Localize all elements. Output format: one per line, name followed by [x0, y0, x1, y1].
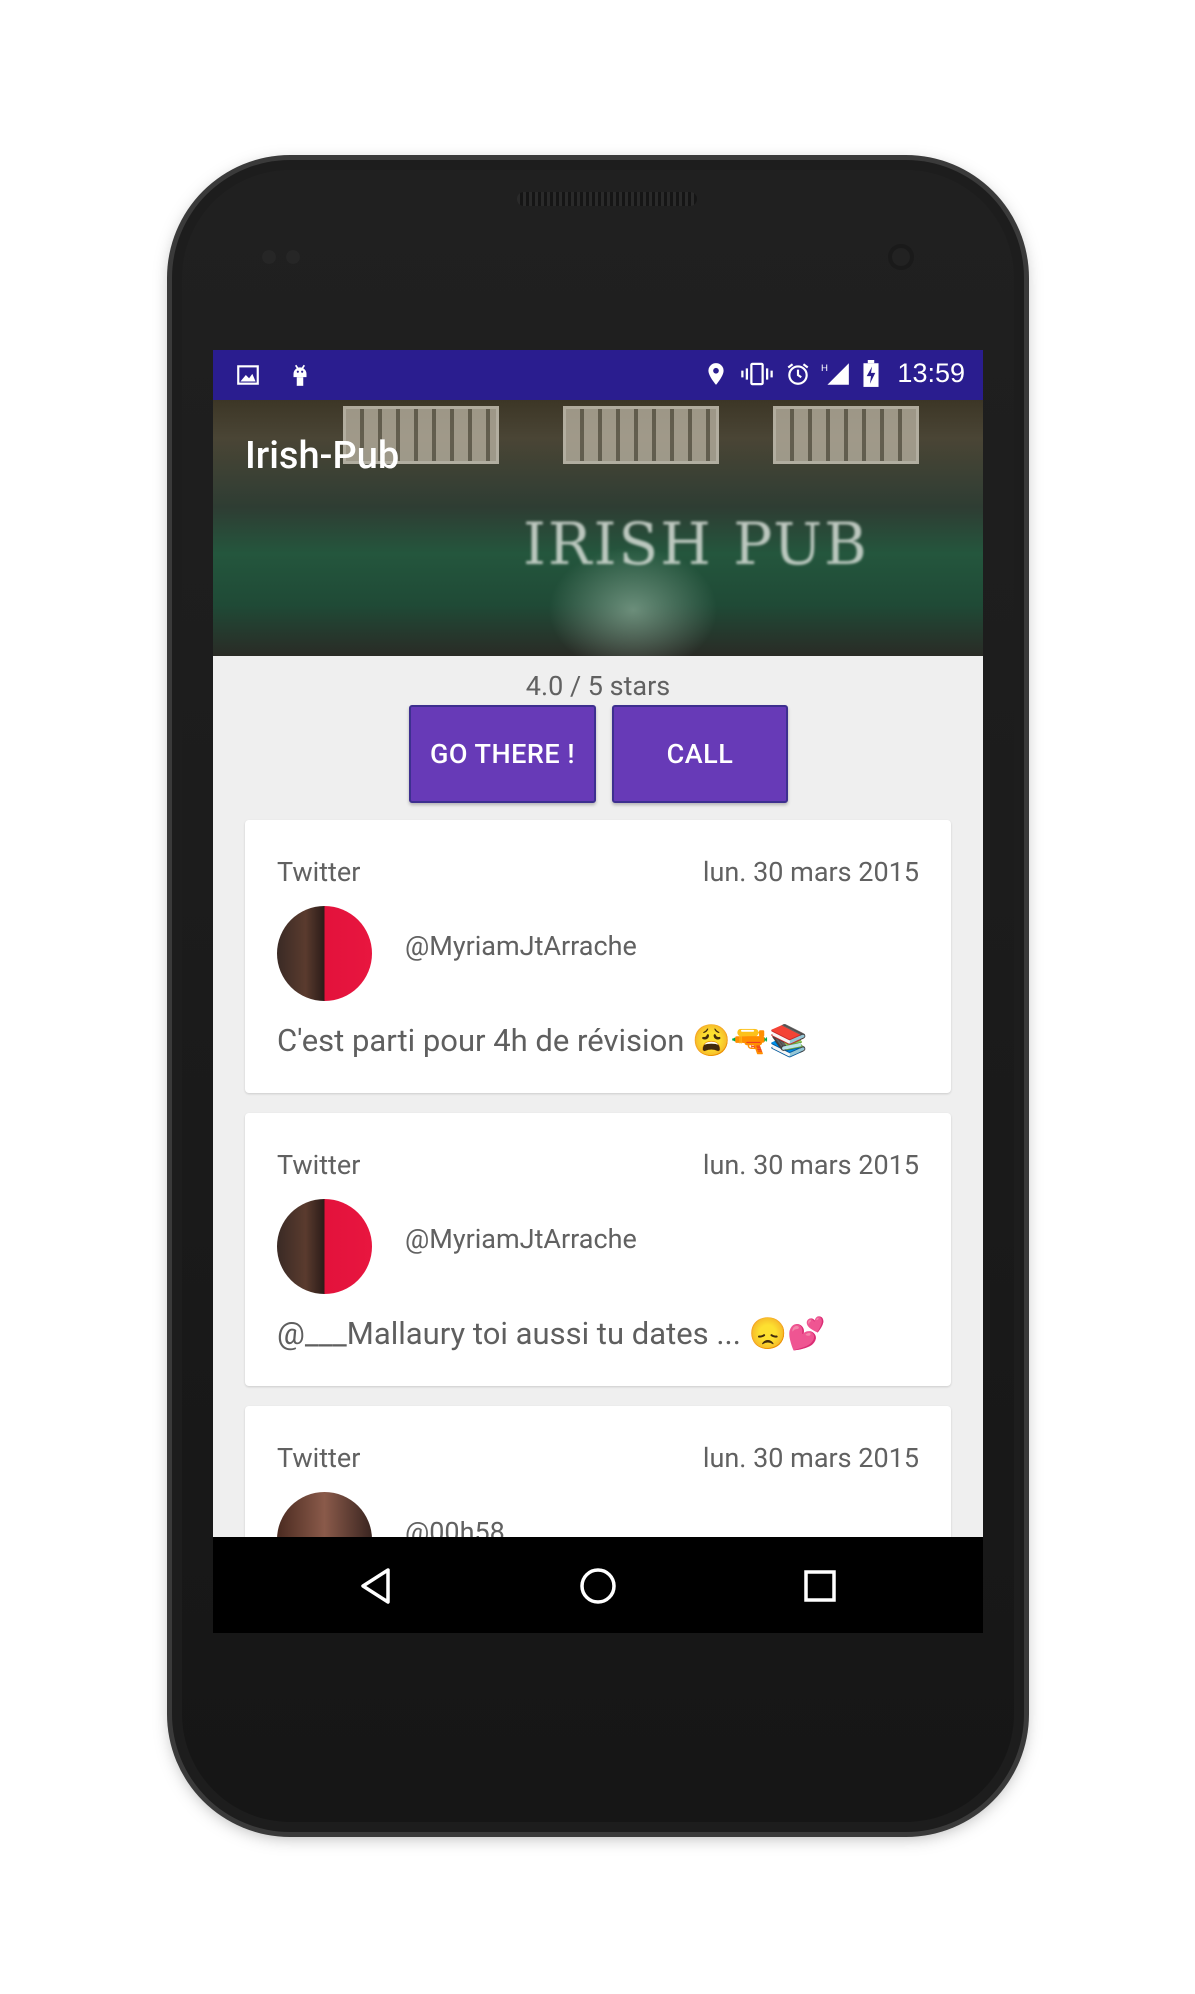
card-source: Twitter: [277, 1149, 361, 1181]
page-title: Irish-Pub: [245, 434, 400, 478]
svg-text:H: H: [821, 362, 828, 373]
go-there-button[interactable]: GO THERE !: [409, 705, 596, 803]
card-text: @___Mallaury toi aussi tu dates ... 😞💕: [277, 1315, 826, 1352]
pub-sign: IRISH PUB: [523, 510, 869, 578]
card-text: C'est parti pour 4h de révision 😩🔫📚: [277, 1022, 808, 1059]
rating-text: 4.0 / 5 stars: [525, 670, 671, 702]
card-date: lun. 30 mars 2015: [702, 1149, 919, 1181]
signal-icon: H: [821, 362, 850, 385]
light-sensor: [286, 250, 300, 264]
android-icon: [293, 364, 307, 386]
status-bar: H 13:59: [213, 350, 983, 400]
battery-icon: [863, 359, 879, 387]
image-icon: [237, 365, 259, 385]
card-date: lun. 30 mars 2015: [702, 856, 919, 888]
header-window-decor: [563, 406, 719, 464]
card-handle[interactable]: @MyriamJtArrache: [405, 930, 637, 962]
card-source: Twitter: [277, 856, 361, 888]
recents-icon[interactable]: [795, 1561, 845, 1611]
header-image: IRISH PUB Irish-Pub: [213, 400, 983, 656]
feed-card[interactable]: Twitter lun. 30 mars 2015 @MyriamJtArrac…: [245, 1113, 951, 1386]
status-time: 13:59: [897, 358, 965, 388]
front-camera: [888, 244, 914, 270]
navigation-bar: [213, 1537, 983, 1633]
card-source: Twitter: [277, 1442, 361, 1474]
feed-card[interactable]: Twitter lun. 30 mars 2015 @MyriamJtArrac…: [245, 820, 951, 1093]
vibrate-icon: [741, 362, 774, 385]
avatar: [277, 1199, 372, 1294]
avatar: [277, 906, 372, 1001]
home-icon[interactable]: [573, 1561, 623, 1611]
call-button[interactable]: CALL: [612, 705, 788, 803]
proximity-sensor: [262, 250, 276, 264]
back-icon[interactable]: [351, 1561, 401, 1611]
location-icon: [708, 362, 725, 385]
alarm-icon: [788, 362, 809, 385]
card-date: lun. 30 mars 2015: [702, 1442, 919, 1474]
card-handle[interactable]: @MyriamJtArrache: [405, 1223, 637, 1255]
earpiece-speaker: [517, 192, 697, 206]
header-window-decor: [773, 406, 919, 464]
screen: H 13:59 IRISH PUB Irish-Pub 4.0 / 5 star…: [213, 350, 983, 1633]
